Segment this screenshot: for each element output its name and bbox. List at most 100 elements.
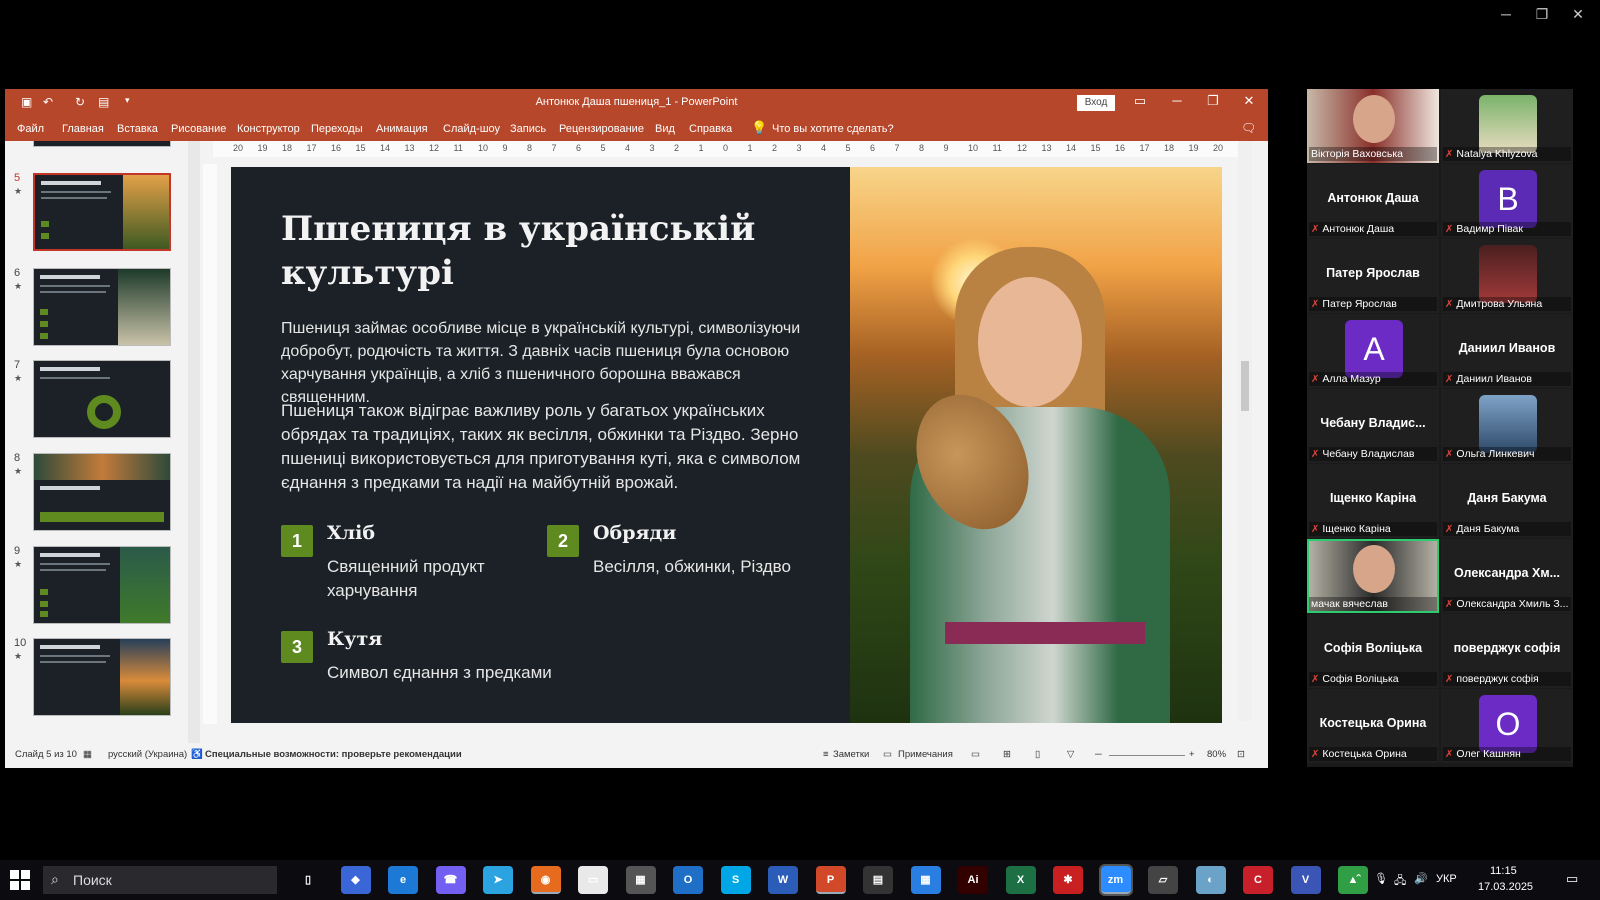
app-red-icon[interactable]: ✱ <box>1053 866 1083 894</box>
notes-icon[interactable]: ≡ <box>823 749 829 760</box>
telegram-icon[interactable]: ➤ <box>483 866 513 894</box>
normal-view-icon[interactable]: ▭ <box>971 749 980 760</box>
language-indicator[interactable]: русский (Украина) <box>108 749 187 760</box>
slide-title[interactable]: Пшениця в українській культурі <box>281 207 801 295</box>
feature-title[interactable]: Хліб <box>327 522 375 544</box>
participant-tile[interactable]: Патер Ярослав ✗ Патер Ярослав <box>1307 239 1439 313</box>
illustrator-icon[interactable]: Ai <box>958 866 988 894</box>
network-icon[interactable]: 🖧 <box>1394 872 1406 891</box>
zoom-slider[interactable] <box>1109 755 1185 756</box>
calendar-icon[interactable]: ▤ <box>863 866 893 894</box>
notifications-icon[interactable]: ▭ <box>1566 871 1578 887</box>
zoom-icon[interactable]: zm <box>1098 864 1133 896</box>
ppt-close-icon[interactable]: ✕ <box>1234 93 1264 109</box>
slide-thumbnail-9[interactable] <box>33 546 171 624</box>
sign-in-button[interactable]: Вход <box>1077 95 1115 111</box>
participant-tile[interactable]: Даниил Иванов ✗ Даниил Иванов <box>1441 314 1573 388</box>
tab-view[interactable]: Вид <box>655 123 675 135</box>
app-colors-icon[interactable]: ◐ <box>1195 866 1226 894</box>
viber-icon[interactable]: ☎ <box>435 866 466 894</box>
tab-slideshow[interactable]: Слайд-шоу <box>443 123 500 135</box>
slide-photo[interactable] <box>850 167 1222 723</box>
feature-title[interactable]: Кутя <box>327 628 382 650</box>
edge-icon[interactable]: e <box>388 866 418 894</box>
slide-thumbnail-4[interactable] <box>33 141 171 147</box>
zoom-level[interactable]: 80% <box>1207 749 1226 760</box>
spellcheck-icon[interactable]: ▦ <box>83 749 92 760</box>
tab-review[interactable]: Рецензирование <box>559 123 644 135</box>
participant-tile[interactable]: Даня Бакума ✗ Даня Бакума <box>1441 464 1573 538</box>
accessibility-status[interactable]: Специальные возможности: проверьте реком… <box>205 749 462 760</box>
participant-tile[interactable]: ✗ Дмитрова Ульяна <box>1441 239 1573 313</box>
comments-icon[interactable]: 🗨 <box>1241 121 1256 135</box>
participant-tile[interactable]: Антонюк Даша ✗ Антонюк Даша <box>1307 164 1439 238</box>
word-icon[interactable]: W <box>768 866 798 894</box>
ppt-maximize-icon[interactable]: ❐ <box>1198 93 1228 109</box>
taskbar-search[interactable]: ⌕ Поиск <box>43 866 277 894</box>
comments-status-icon[interactable]: ▭ <box>883 749 892 760</box>
sorter-view-icon[interactable]: ⊞ <box>1003 749 1011 760</box>
participant-tile[interactable]: Костецька Орина ✗ Костецька Орина <box>1307 689 1439 763</box>
participant-tile[interactable]: Чебану Владис... ✗ Чебану Владислав <box>1307 389 1439 463</box>
zoom-out-icon[interactable]: ─ <box>1095 749 1102 760</box>
tab-draw[interactable]: Рисование <box>171 123 226 135</box>
feature-title[interactable]: Обряди <box>593 522 676 544</box>
participant-tile[interactable]: поверджук софія ✗ поверджук софія <box>1441 614 1573 688</box>
microphone-icon[interactable]: 🎙 <box>1374 872 1388 885</box>
participant-tile[interactable]: ✗ Natalya Khlyzova <box>1441 89 1573 163</box>
calendar2-icon[interactable]: ▦ <box>910 866 941 894</box>
close-icon[interactable]: ✕ <box>1560 6 1596 23</box>
comments-button[interactable]: Примечания <box>898 749 953 760</box>
windows-start-icon[interactable] <box>10 870 30 890</box>
powerpoint-icon[interactable]: P <box>815 866 846 894</box>
slide-thumbnail-8[interactable] <box>33 453 171 531</box>
excel-icon[interactable]: X <box>1005 866 1036 894</box>
fit-slide-icon[interactable]: ⊡ <box>1237 749 1245 760</box>
feature-description[interactable]: Символ єднання з предками <box>327 661 587 685</box>
tab-help[interactable]: Справка <box>689 123 732 135</box>
tab-transitions[interactable]: Переходы <box>311 123 363 135</box>
tab-record[interactable]: Запись <box>510 123 546 135</box>
visio-icon[interactable]: V <box>1290 866 1321 894</box>
slide-canvas[interactable]: Пшениця в українській культурі Пшениця з… <box>231 167 1222 723</box>
notepad-icon[interactable]: ▭ <box>578 866 608 894</box>
thumbnails-scrollbar[interactable] <box>188 141 200 744</box>
accessibility-icon[interactable]: ♿ <box>191 749 203 760</box>
slide-paragraph-2[interactable]: Пшениця також відіграє важливу роль у ба… <box>281 399 831 495</box>
tray-overflow-icon[interactable]: ⌃ <box>1354 872 1363 885</box>
slide-scrollbar[interactable] <box>1238 141 1252 721</box>
skype-icon[interactable]: S <box>720 866 751 894</box>
tab-home[interactable]: Главная <box>62 123 104 135</box>
copilot-icon[interactable]: ◆ <box>340 866 371 894</box>
participant-tile[interactable]: B ✗ Вадимр Півак <box>1441 164 1573 238</box>
participant-tile[interactable]: Софія Воліцька ✗ Софія Воліцька <box>1307 614 1439 688</box>
minimize-icon[interactable]: ─ <box>1488 6 1524 22</box>
tell-me-search[interactable]: Что вы хотите сделать? <box>772 123 894 135</box>
task-view-icon[interactable]: ▯ <box>293 866 323 894</box>
tab-file[interactable]: Файл <box>17 123 44 135</box>
volume-icon[interactable]: 🔊 <box>1414 872 1428 885</box>
calculator-icon[interactable]: ▦ <box>625 866 656 894</box>
tab-insert[interactable]: Вставка <box>117 123 158 135</box>
participant-tile[interactable]: A ✗ Алла Мазур <box>1307 314 1439 388</box>
tab-animation[interactable]: Анимация <box>376 123 428 135</box>
ppt-minimize-icon[interactable]: ─ <box>1162 93 1192 108</box>
slide-paragraph-1[interactable]: Пшениця займає особливе місце в українсь… <box>281 317 831 409</box>
keyboard-language[interactable]: УКР <box>1436 873 1457 885</box>
participant-tile[interactable]: мачак вячеслав <box>1307 539 1439 613</box>
zoom-in-icon[interactable]: + <box>1189 749 1195 760</box>
outlook-icon[interactable]: O <box>673 866 703 894</box>
feature-description[interactable]: Весілля, обжинки, Різдво <box>593 555 833 579</box>
slideshow-view-icon[interactable]: ▽ <box>1067 749 1074 760</box>
slide-thumbnail-10[interactable] <box>33 638 171 716</box>
clock-time[interactable]: 11:15 <box>1490 865 1517 877</box>
restore-icon[interactable]: ❐ <box>1524 6 1560 23</box>
clock-date[interactable]: 17.03.2025 <box>1478 881 1533 893</box>
slide-thumbnail-5[interactable] <box>33 173 171 251</box>
participant-tile[interactable]: O ✗ Олег Кашнян <box>1441 689 1573 763</box>
app-c-icon[interactable]: C <box>1243 866 1273 894</box>
ribbon-display-icon[interactable]: ▭ <box>1125 93 1155 109</box>
notes-button[interactable]: Заметки <box>833 749 869 760</box>
participant-tile[interactable]: Олександра Хм... ✗ Олександра Хмиль З... <box>1441 539 1573 613</box>
reading-view-icon[interactable]: ▯ <box>1035 749 1040 760</box>
